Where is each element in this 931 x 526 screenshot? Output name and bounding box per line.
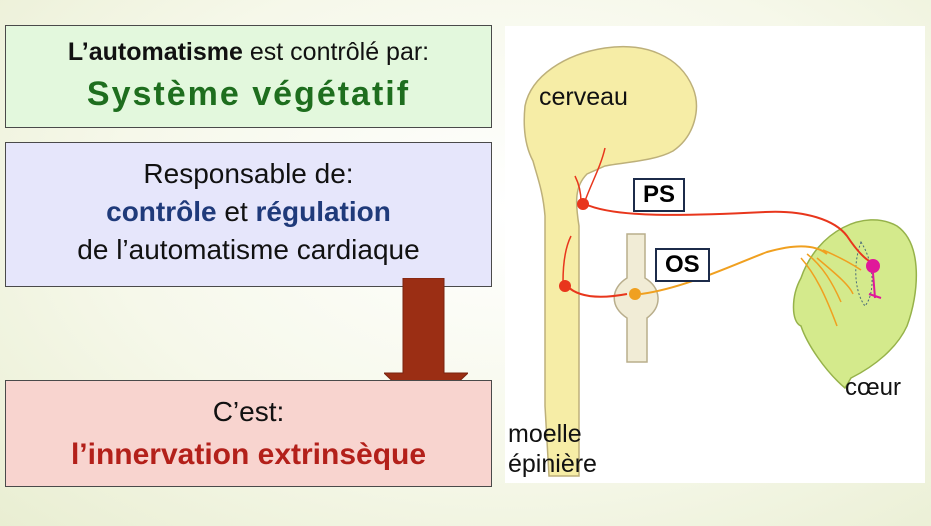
- control-rest: est contrôlé par:: [242, 38, 430, 66]
- epiniere-word: épinière: [508, 450, 597, 478]
- cest-label: C’est:: [212, 396, 285, 427]
- ps-tag: PS: [633, 178, 686, 212]
- responsible-label: Responsable de:: [143, 158, 354, 189]
- control-regulation-line: contrôle et régulation: [6, 193, 491, 231]
- regulation-word: régulation: [255, 196, 391, 227]
- controle-word: contrôle: [106, 196, 217, 227]
- coeur-label: cœur: [845, 374, 901, 401]
- os-tag: OS: [655, 248, 710, 282]
- moelle-label: moelle épinière: [508, 419, 597, 479]
- automatisme-word: L’automatisme: [67, 38, 243, 66]
- innervation-diagram: cerveau cœur moelle épinière PS OS: [505, 26, 925, 483]
- et-word: et: [216, 196, 256, 227]
- cerveau-label: cerveau: [539, 83, 628, 111]
- automatism-line: de l’automatisme cardiaque: [77, 234, 420, 265]
- moelle-word: moelle: [508, 420, 582, 448]
- responsibility-box: Responsable de: contrôle et régulation d…: [5, 142, 492, 287]
- system-title: Système végétatif: [86, 75, 411, 113]
- conclusion-box: C’est: l’innervation extrinsèque: [5, 380, 492, 487]
- control-box: L’automatisme est contrôlé par: Système …: [5, 25, 492, 128]
- sinus-node: [866, 259, 880, 273]
- innervation-label: l’innervation extrinsèque: [70, 438, 427, 471]
- heart-shape: [792, 219, 918, 390]
- control-statement: L’automatisme est contrôlé par:: [6, 38, 491, 67]
